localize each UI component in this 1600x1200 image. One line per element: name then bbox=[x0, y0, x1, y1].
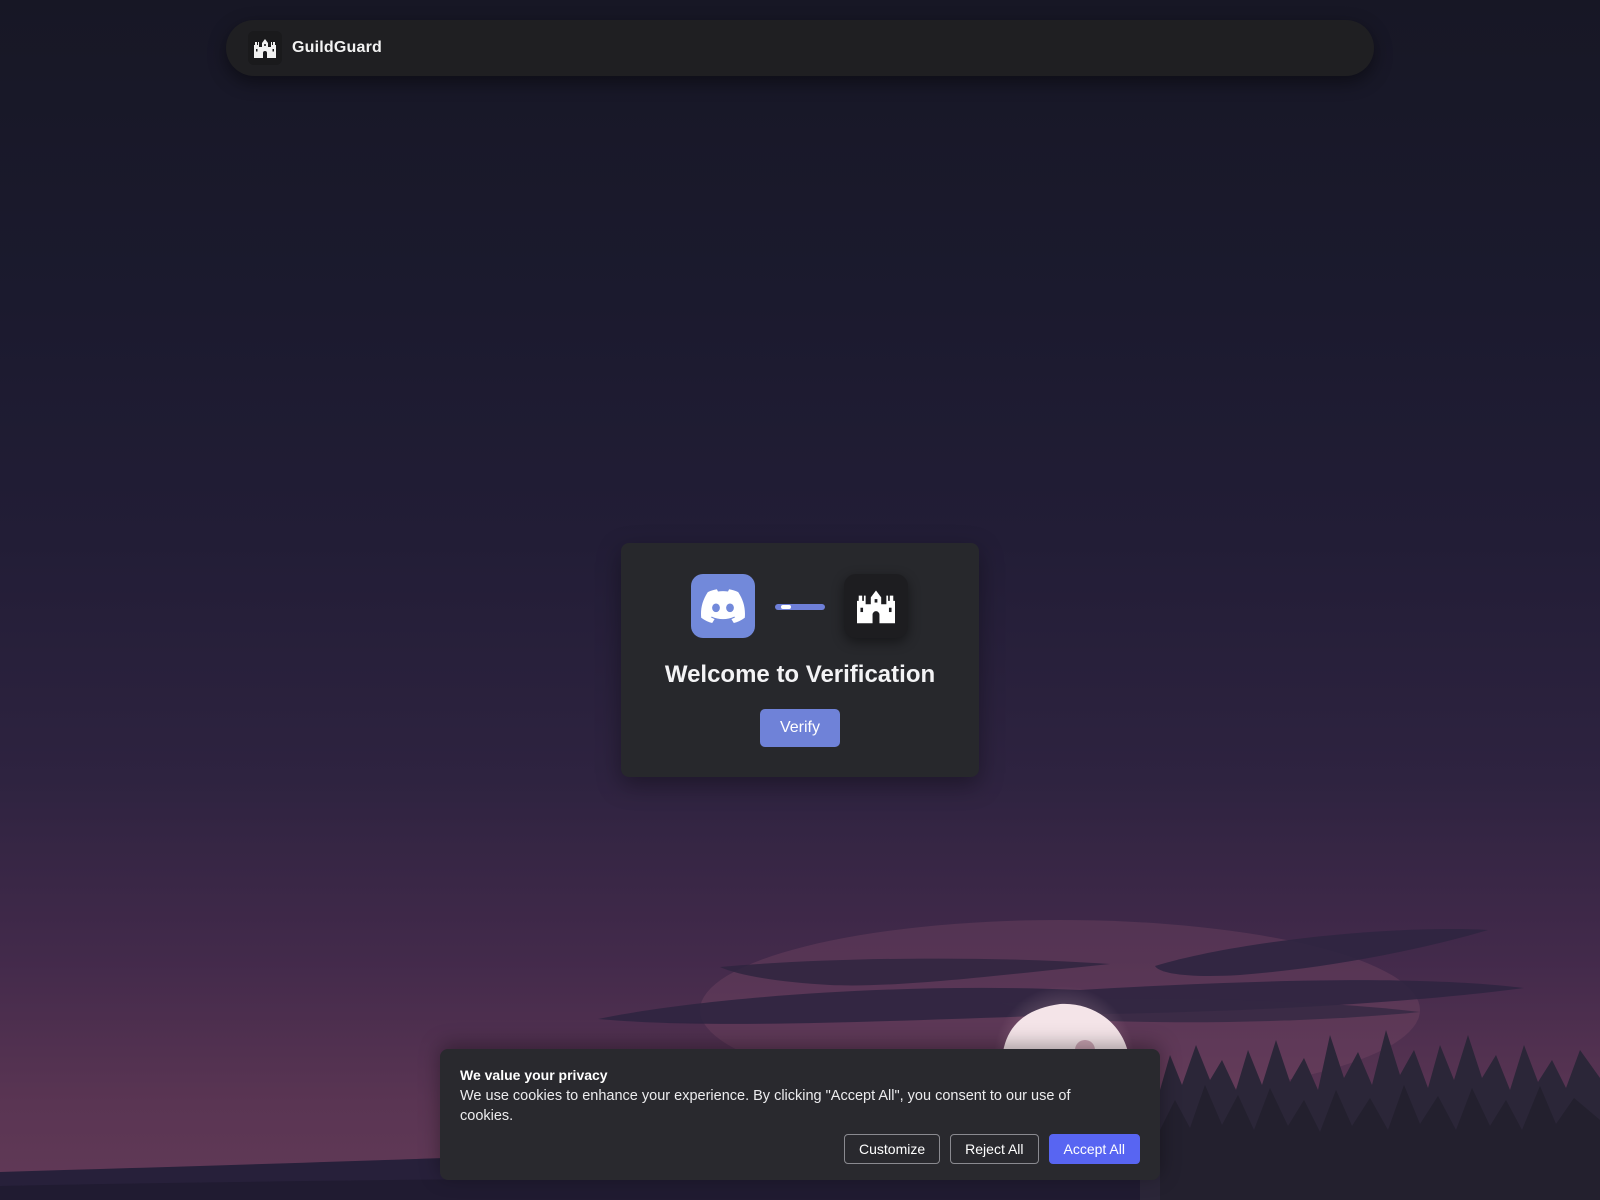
guildguard-tile bbox=[844, 574, 908, 638]
castle-icon bbox=[857, 590, 895, 624]
discord-tile bbox=[691, 574, 755, 638]
discord-icon bbox=[701, 589, 745, 623]
reject-all-button[interactable]: Reject All bbox=[950, 1134, 1039, 1164]
castle-icon bbox=[254, 39, 276, 58]
brand-logo[interactable] bbox=[248, 31, 282, 65]
cookie-banner-text: We use cookies to enhance your experienc… bbox=[460, 1088, 1071, 1124]
cookie-banner-title: We value your privacy bbox=[460, 1067, 608, 1083]
connection-progress-indicator bbox=[781, 605, 791, 609]
brand-name[interactable]: GuildGuard bbox=[292, 39, 382, 57]
customize-button[interactable]: Customize bbox=[844, 1134, 941, 1164]
connection-progress-bar bbox=[775, 604, 825, 610]
cookie-banner-actions: Customize Reject All Accept All bbox=[844, 1134, 1140, 1164]
accept-all-button[interactable]: Accept All bbox=[1048, 1134, 1140, 1164]
verify-button[interactable]: Verify bbox=[760, 709, 840, 747]
top-navbar: GuildGuard bbox=[226, 20, 1374, 76]
page-title: Welcome to Verification bbox=[664, 661, 936, 688]
verification-card: Welcome to Verification Verify bbox=[621, 543, 979, 777]
cookie-consent-banner: We value your privacy We use cookies to … bbox=[440, 1049, 1160, 1180]
